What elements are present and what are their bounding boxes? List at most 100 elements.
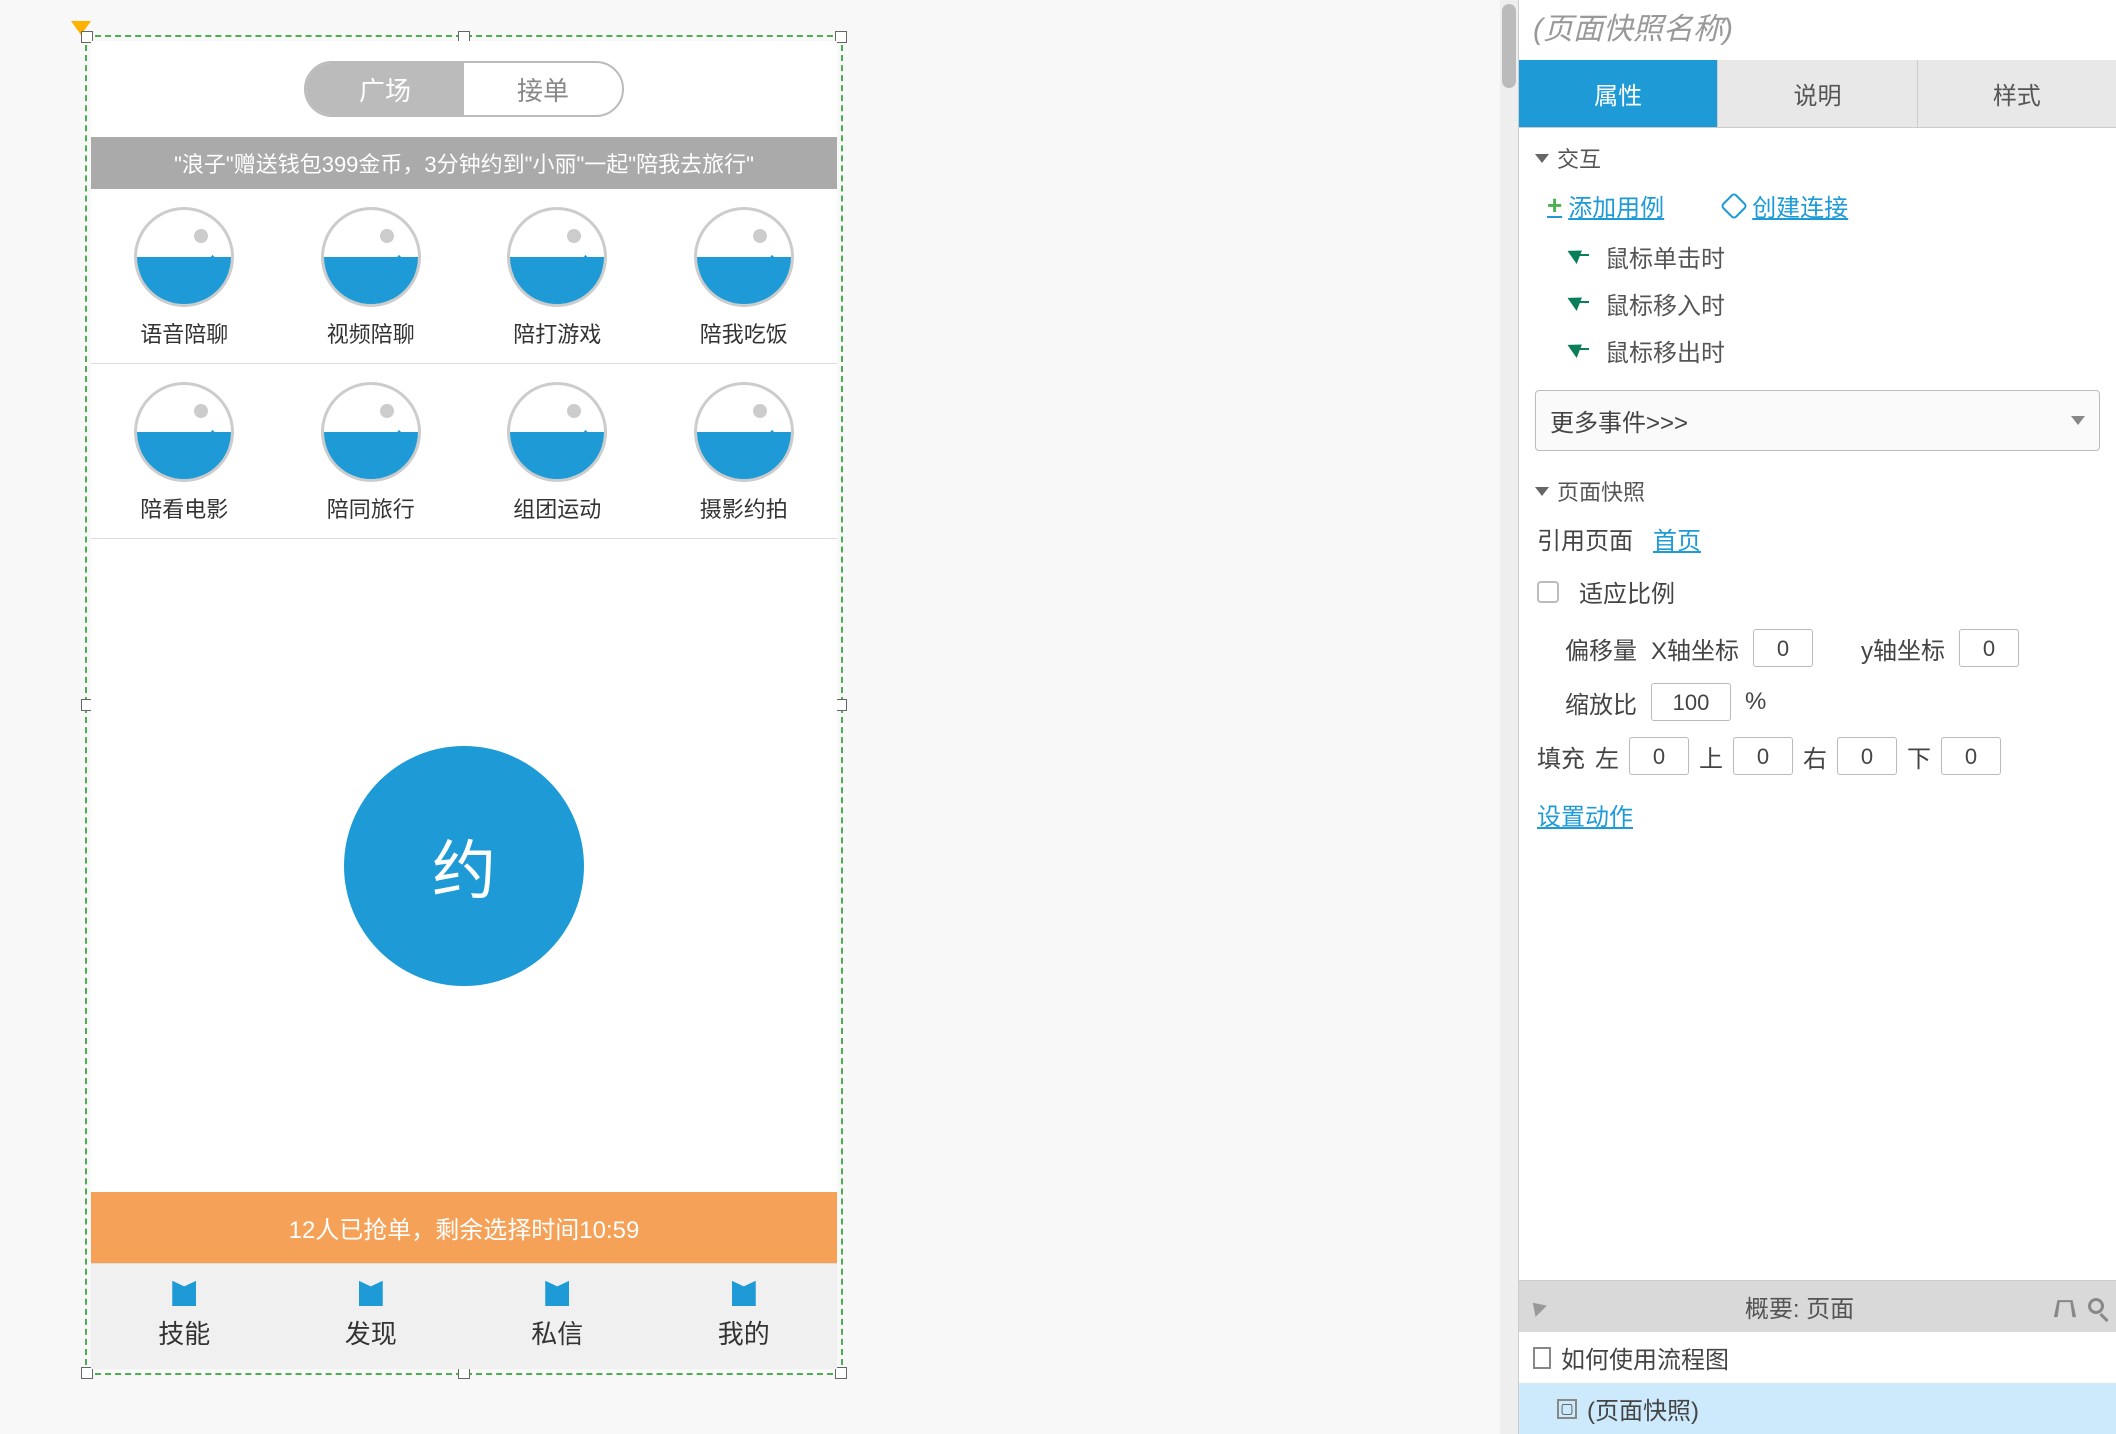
tab-discover[interactable]: 发现 <box>278 1264 465 1369</box>
canvas-vertical-scrollbar[interactable] <box>1500 0 1518 1434</box>
chevron-down-icon <box>1535 154 1549 163</box>
interactions-section: 交互 + 添加用例 创建连接 鼠标单击时 鼠标移入时 鼠标移出时 <box>1519 128 2116 380</box>
scale-unit: % <box>1745 688 1766 716</box>
fit-ratio-label: 适应比例 <box>1579 574 1675 609</box>
pad-bottom-input[interactable]: 0 <box>1941 737 2001 775</box>
tab-properties[interactable]: 属性 <box>1519 60 1718 127</box>
tab-notes[interactable]: 说明 <box>1718 60 1917 127</box>
outline-item-flowchart-guide[interactable]: 如何使用流程图 <box>1519 1332 2116 1383</box>
category-play-games[interactable]: 陪打游戏 <box>464 189 651 363</box>
tab-label: 我的 <box>718 1314 770 1351</box>
pad-top-label: 上 <box>1699 739 1723 774</box>
placeholder-image-icon <box>134 207 234 307</box>
segment-plaza[interactable]: 广场 <box>306 63 464 115</box>
offset-y-input[interactable]: 0 <box>1959 629 2019 667</box>
segment-orders[interactable]: 接单 <box>464 63 622 115</box>
x-axis-label: X轴坐标 <box>1651 631 1739 666</box>
placeholder-image-icon <box>694 382 794 482</box>
placeholder-image-icon <box>134 382 234 482</box>
create-link-label: 创建连接 <box>1752 188 1848 223</box>
chevron-down-icon <box>2071 416 2085 425</box>
category-label: 组团运动 <box>513 492 601 524</box>
event-onmouseenter[interactable]: 鼠标移入时 <box>1571 280 2100 327</box>
pad-left-input[interactable]: 0 <box>1629 737 1689 775</box>
cursor-icon <box>1571 293 1593 315</box>
outline-item-label: (页面快照) <box>1587 1391 1699 1426</box>
category-label: 陪看电影 <box>140 492 228 524</box>
ref-page-link[interactable]: 首页 <box>1653 521 1701 556</box>
tab-mine[interactable]: 我的 <box>651 1264 838 1369</box>
category-label: 语音陪聊 <box>140 317 228 349</box>
outline-panel: 概要: 页面 如何使用流程图 ▢ (页面快照) <box>1519 1280 2116 1434</box>
category-label: 陪同旅行 <box>327 492 415 524</box>
fit-ratio-checkbox[interactable] <box>1537 581 1559 603</box>
more-events-label: 更多事件>>> <box>1550 403 1688 438</box>
create-link[interactable]: 创建连接 <box>1724 188 1848 223</box>
scale-input[interactable]: 100 <box>1651 683 1731 721</box>
set-action-link[interactable]: 设置动作 <box>1537 797 2098 832</box>
tab-icon <box>545 1278 569 1306</box>
bottom-tab-bar: 技能 发现 私信 我的 <box>91 1263 837 1369</box>
status-countdown-bar: 12人已抢单，剩余选择时间10:59 <box>91 1192 837 1263</box>
event-list: 鼠标单击时 鼠标移入时 鼠标移出时 <box>1535 233 2100 374</box>
more-events-dropdown[interactable]: 更多事件>>> <box>1535 390 2100 451</box>
cursor-icon <box>1571 246 1593 268</box>
category-video-chat[interactable]: 视频陪聊 <box>278 189 465 363</box>
snapshot-icon: ▢ <box>1557 1399 1577 1419</box>
tab-icon <box>732 1278 756 1306</box>
tab-style[interactable]: 样式 <box>1918 60 2116 127</box>
outline-header: 概要: 页面 <box>1519 1281 2116 1332</box>
design-canvas[interactable]: 广场 接单 "浪子"赠送钱包399金币，3分钟约到"小丽"一起"陪我去旅行" 语… <box>0 0 1500 1434</box>
category-voice-chat[interactable]: 语音陪聊 <box>91 189 278 363</box>
snapshot-section: 页面快照 引用页面 首页 适应比例 偏移量 X轴坐标 0 y轴坐标 0 缩放比 … <box>1519 461 2116 852</box>
widget-name-field[interactable]: (页面快照名称) <box>1519 0 2116 60</box>
category-travel[interactable]: 陪同旅行 <box>278 364 465 538</box>
cursor-icon <box>1571 340 1593 362</box>
mobile-mockup: 广场 接单 "浪子"赠送钱包399金币，3分钟约到"小丽"一起"陪我去旅行" 语… <box>91 41 837 1369</box>
event-label: 鼠标移入时 <box>1605 286 1725 321</box>
link-icon <box>1720 191 1748 219</box>
chevron-down-icon <box>1535 487 1549 496</box>
scrollbar-thumb[interactable] <box>1502 4 1516 88</box>
padding-label: 填充 <box>1537 739 1585 774</box>
page-icon <box>1533 1347 1551 1369</box>
section-header-snapshot[interactable]: 页面快照 <box>1535 475 2100 507</box>
section-header-interactions[interactable]: 交互 <box>1535 142 2100 174</box>
placeholder-image-icon <box>694 207 794 307</box>
plus-icon: + <box>1547 190 1562 221</box>
announcement-ticker: "浪子"赠送钱包399金币，3分钟约到"小丽"一起"陪我去旅行" <box>91 137 837 189</box>
y-axis-label: y轴坐标 <box>1861 631 1945 666</box>
selection-bounding-box[interactable]: 广场 接单 "浪子"赠送钱包399金币，3分钟约到"小丽"一起"陪我去旅行" 语… <box>85 35 843 1375</box>
outline-item-snapshot[interactable]: ▢ (页面快照) <box>1519 1383 2116 1434</box>
category-eat-together[interactable]: 陪我吃饭 <box>651 189 838 363</box>
primary-action-button[interactable]: 约 <box>344 746 584 986</box>
segmented-control[interactable]: 广场 接单 <box>304 61 624 117</box>
category-watch-movie[interactable]: 陪看电影 <box>91 364 278 538</box>
add-case-label: 添加用例 <box>1568 188 1664 223</box>
pad-top-input[interactable]: 0 <box>1733 737 1793 775</box>
tab-icon <box>172 1278 196 1306</box>
placeholder-image-icon <box>507 207 607 307</box>
search-icon[interactable] <box>2088 1298 2104 1314</box>
tab-skills[interactable]: 技能 <box>91 1264 278 1369</box>
ref-page-label: 引用页面 <box>1537 521 1633 556</box>
offset-x-input[interactable]: 0 <box>1753 629 1813 667</box>
category-sports[interactable]: 组团运动 <box>464 364 651 538</box>
event-onmouseleave[interactable]: 鼠标移出时 <box>1571 327 2100 374</box>
tab-messages[interactable]: 私信 <box>464 1264 651 1369</box>
add-case-link[interactable]: + 添加用例 <box>1547 188 1664 223</box>
filter-icon[interactable] <box>2054 1300 2076 1317</box>
category-label: 视频陪聊 <box>327 317 415 349</box>
pad-right-input[interactable]: 0 <box>1837 737 1897 775</box>
pad-left-label: 左 <box>1595 739 1619 774</box>
tab-label: 技能 <box>158 1314 210 1351</box>
category-photo[interactable]: 摄影约拍 <box>651 364 838 538</box>
outline-title: 概要: 页面 <box>1543 1289 2056 1324</box>
placeholder-image-icon <box>321 207 421 307</box>
section-title: 交互 <box>1557 142 1601 174</box>
tab-label: 发现 <box>345 1314 397 1351</box>
inspector-panel: (页面快照名称) 属性 说明 样式 交互 + 添加用例 创建连接 鼠标单击时 <box>1518 0 2116 1434</box>
event-onclick[interactable]: 鼠标单击时 <box>1571 233 2100 280</box>
section-title: 页面快照 <box>1557 475 1645 507</box>
offset-label: 偏移量 <box>1565 631 1637 666</box>
